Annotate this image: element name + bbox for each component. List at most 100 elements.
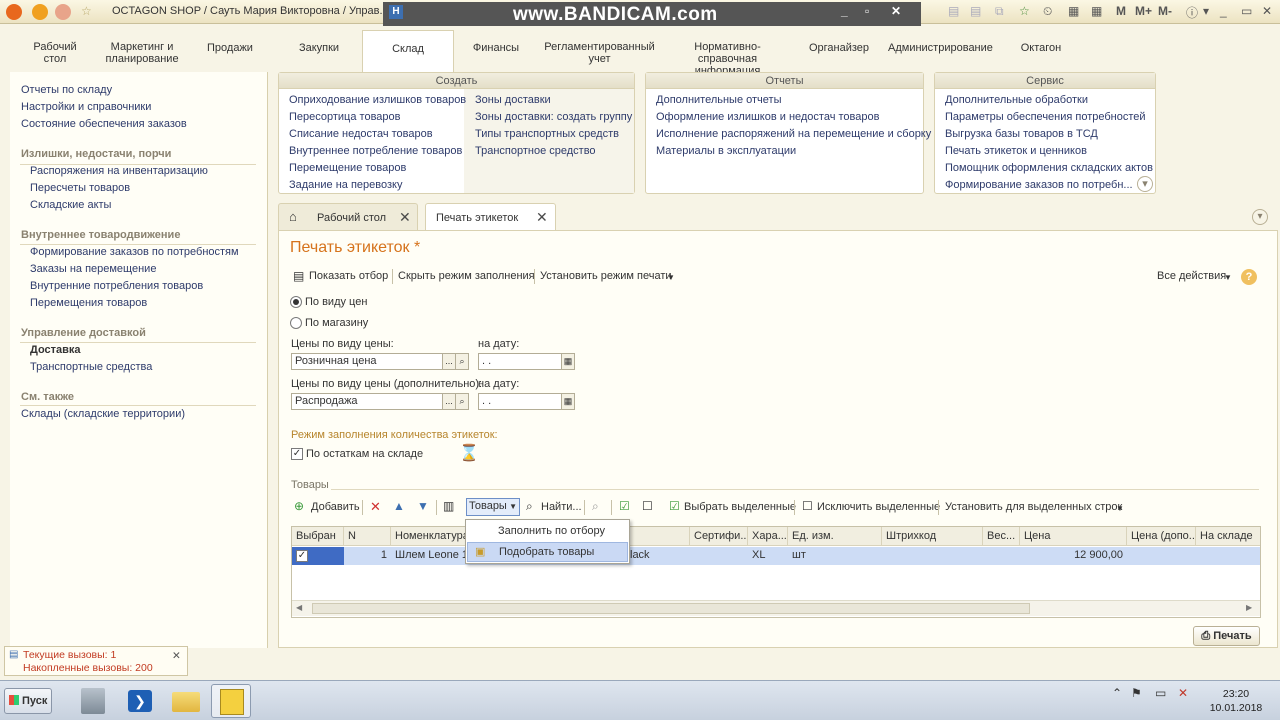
set-for-selected-button[interactable]: Установить для выделенных строк bbox=[945, 501, 1122, 513]
win-restore-icon[interactable]: ▭ bbox=[1241, 4, 1252, 18]
report-surplus-shortage[interactable]: Оформление излишков и недостач товаров bbox=[656, 111, 879, 123]
goods-menu-button[interactable]: Товары ▼ bbox=[466, 498, 520, 516]
nav-orders-status[interactable]: Состояние обеспечения заказов bbox=[21, 118, 187, 130]
favorites-star-icon[interactable]: ☆ bbox=[81, 4, 92, 18]
date2-input[interactable]: . . bbox=[478, 393, 562, 410]
nav-settings[interactable]: Настройки и справочники bbox=[21, 101, 151, 113]
service-params[interactable]: Параметры обеспечения потребностей bbox=[945, 111, 1146, 123]
nav-inventory-orders[interactable]: Распоряжения на инвентаризацию bbox=[30, 165, 208, 177]
tab-close-icon[interactable]: ✕ bbox=[399, 209, 411, 226]
create-writeoff[interactable]: Списание недостач товаров bbox=[289, 128, 433, 140]
add-button[interactable]: Добавить bbox=[311, 501, 360, 513]
column-header[interactable]: Вес... bbox=[983, 527, 1020, 546]
radio-by-store[interactable] bbox=[290, 317, 302, 329]
section-accounting[interactable]: Регламентированный учет bbox=[542, 30, 657, 72]
print-mode-button[interactable]: Установить режим печати bbox=[540, 270, 672, 282]
column-header[interactable]: Сертифи... bbox=[690, 527, 748, 546]
service-form-orders[interactable]: Формирование заказов по потребн... bbox=[945, 179, 1133, 191]
tab-desktop[interactable]: ⌂ Рабочий стол ✕ bbox=[278, 203, 418, 230]
powershell-icon[interactable]: ❯ bbox=[120, 684, 160, 718]
calendar-icon[interactable]: ▦ bbox=[561, 393, 575, 410]
column-header[interactable]: На складе bbox=[1196, 527, 1260, 546]
show-filter-button[interactable]: Показать отбор bbox=[309, 270, 388, 282]
move-down-icon[interactable]: ▼ bbox=[417, 499, 429, 513]
nav-warehouse-acts[interactable]: Складские акты bbox=[30, 199, 111, 211]
scroll-thumb[interactable] bbox=[312, 603, 1030, 614]
memory-m-button[interactable]: M bbox=[1116, 4, 1126, 18]
create-zone-group[interactable]: Зоны доставки: создать группу bbox=[475, 111, 632, 123]
nav-warehouse-reports[interactable]: Отчеты по складу bbox=[21, 84, 112, 96]
close-icon[interactable]: ✕ bbox=[172, 650, 181, 662]
nav-warehouses[interactable]: Склады (складские территории) bbox=[21, 408, 185, 420]
all-actions-button[interactable]: Все действия bbox=[1157, 270, 1226, 282]
system-clock[interactable]: 23:20 10.01.2018 bbox=[1196, 687, 1276, 715]
close-icon[interactable]: ✕ bbox=[891, 4, 901, 18]
selected-cell[interactable]: ✓ bbox=[292, 547, 344, 565]
service-export-tsd[interactable]: Выгрузка базы товаров в ТСД bbox=[945, 128, 1098, 140]
tab-close-icon[interactable]: ✕ bbox=[536, 209, 548, 226]
section-finance[interactable]: Финансы bbox=[466, 30, 526, 72]
info-icon[interactable]: ⓘ bbox=[1186, 4, 1198, 21]
price-type-input[interactable]: Розничная цена bbox=[291, 353, 443, 370]
scroll-right-icon[interactable]: ▶ bbox=[1246, 603, 1252, 612]
date-input[interactable]: . . bbox=[478, 353, 562, 370]
service-print-labels[interactable]: Печать этикеток и ценников bbox=[945, 145, 1087, 157]
server-manager-icon[interactable] bbox=[73, 684, 113, 718]
section-marketing[interactable]: Маркетинг и планирование bbox=[102, 30, 182, 72]
column-header[interactable]: Хара... bbox=[748, 527, 788, 546]
expand-panel-icon[interactable]: ▾ bbox=[1137, 176, 1153, 192]
calendar-icon[interactable]: ▦ bbox=[1091, 4, 1102, 18]
create-vehicle-types[interactable]: Типы транспортных средств bbox=[475, 128, 619, 140]
network-icon[interactable]: ▭ bbox=[1155, 686, 1166, 700]
calculator-icon[interactable]: ▦ bbox=[1068, 4, 1079, 18]
create-surplus[interactable]: Оприходование излишков товаров bbox=[289, 94, 466, 106]
history-list-icon[interactable]: ⏲ bbox=[1043, 4, 1052, 19]
volume-icon[interactable]: ✕ bbox=[1178, 686, 1188, 700]
report-execution[interactable]: Исполнение распоряжений на перемещение и… bbox=[656, 128, 931, 140]
menu-dropdown-icon[interactable] bbox=[32, 4, 48, 20]
search-icon[interactable]: ⌕ bbox=[455, 353, 469, 370]
tray-expand-icon[interactable]: ⌃ bbox=[1112, 686, 1122, 700]
search-icon[interactable]: ⌕ bbox=[455, 393, 469, 410]
delete-icon[interactable]: ✕ bbox=[370, 499, 381, 515]
column-header[interactable]: Ед. изм. bbox=[788, 527, 882, 546]
service-acts-assistant[interactable]: Помощник оформления складских актов bbox=[945, 162, 1153, 174]
restore-icon[interactable]: ▫ bbox=[865, 4, 869, 18]
uncheck-all-icon[interactable]: ☐ bbox=[642, 499, 653, 513]
nav-transfer-orders[interactable]: Заказы на перемещение bbox=[30, 263, 156, 275]
find-button[interactable]: Найти... bbox=[541, 501, 582, 513]
section-reference[interactable]: Нормативно-справочная информация bbox=[665, 30, 790, 77]
horizontal-scrollbar[interactable]: ◀ ▶ bbox=[292, 600, 1260, 616]
section-sales[interactable]: Продажи bbox=[199, 30, 261, 72]
barcode-icon[interactable]: ▥ bbox=[443, 499, 454, 513]
exclude-selected-button[interactable]: Исключить выделенные bbox=[817, 501, 940, 513]
row-checkbox[interactable]: ✓ bbox=[296, 550, 308, 562]
section-purchases[interactable]: Закупки bbox=[289, 30, 349, 72]
create-transfer[interactable]: Перемещение товаров bbox=[289, 162, 406, 174]
fill-by-filter-item[interactable]: Заполнить по отбору bbox=[467, 522, 628, 542]
memory-mminus-button[interactable]: M- bbox=[1158, 4, 1172, 18]
create-vehicle[interactable]: Транспортное средство bbox=[475, 145, 596, 157]
report-additional[interactable]: Дополнительные отчеты bbox=[656, 94, 781, 106]
nav-form-orders[interactable]: Формирование заказов по потребностям bbox=[30, 246, 239, 258]
section-octagon[interactable]: Октагон bbox=[1013, 30, 1069, 72]
section-desktop[interactable]: Рабочий стол bbox=[24, 30, 86, 72]
nav-vehicles[interactable]: Транспортные средства bbox=[30, 361, 152, 373]
add-favorite-icon[interactable]: ☆ bbox=[1019, 4, 1030, 18]
explorer-icon[interactable] bbox=[166, 684, 206, 718]
minimize-icon[interactable]: _ bbox=[841, 4, 848, 18]
cancel-search-icon[interactable]: ⌕ bbox=[592, 499, 599, 514]
link-icon[interactable]: ⧉ bbox=[995, 4, 1004, 19]
app-logo-icon[interactable] bbox=[6, 4, 22, 20]
create-delivery-zones[interactable]: Зоны доставки bbox=[475, 94, 551, 106]
action-center-icon[interactable]: ⚑ bbox=[1131, 686, 1142, 700]
create-regrading[interactable]: Пересортица товаров bbox=[289, 111, 400, 123]
win-close-icon[interactable]: ✕ bbox=[1262, 4, 1272, 18]
column-header[interactable]: Цена (допо... bbox=[1127, 527, 1196, 546]
nav-recounts[interactable]: Пересчеты товаров bbox=[30, 182, 130, 194]
section-warehouse[interactable]: Склад bbox=[362, 30, 454, 73]
report-materials[interactable]: Материалы в эксплуатации bbox=[656, 145, 796, 157]
scroll-left-icon[interactable]: ◀ bbox=[296, 603, 302, 612]
nav-transfers[interactable]: Перемещения товаров bbox=[30, 297, 147, 309]
calendar-icon[interactable]: ▦ bbox=[561, 353, 575, 370]
